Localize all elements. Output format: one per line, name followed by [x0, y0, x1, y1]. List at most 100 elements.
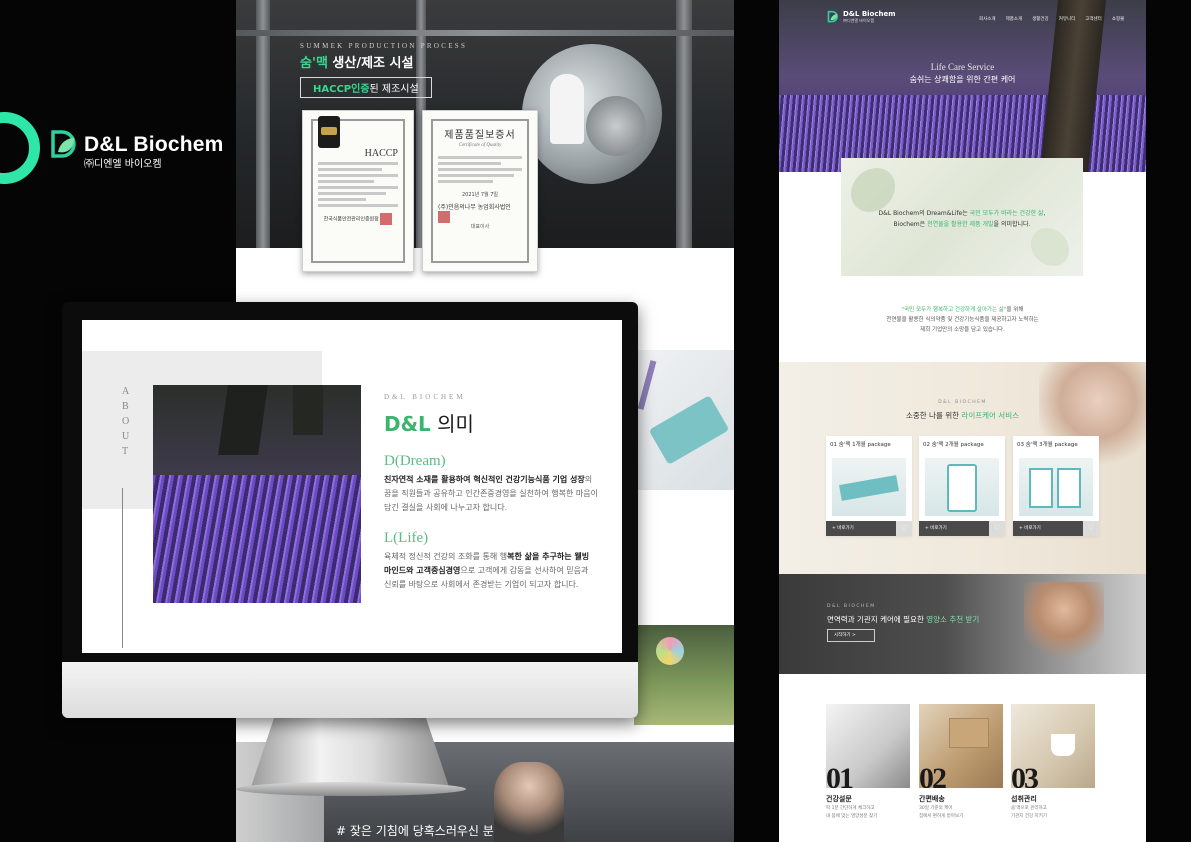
package-card[interactable]: 01 숨'맥 1개월 package + 바로가기 ♡: [826, 436, 912, 536]
tree-trunk: [293, 385, 323, 435]
recommend-title: 면역력과 기관지 케어에 필요한 영양소 추천 받기: [827, 615, 980, 624]
package-product-image: [925, 458, 999, 516]
life-paragraph-pre: 육체적 정신적 건강의 조화를 통해 행: [384, 552, 508, 561]
service-card-delivery[interactable]: 02: [919, 704, 1003, 788]
mint-leaf: [1031, 228, 1069, 266]
park-photo: [634, 625, 734, 725]
site-logo[interactable]: D&L Biochem ㈜디엔엘 바이오켐: [827, 10, 896, 24]
heart-icon[interactable]: ♡: [989, 521, 1005, 536]
brand-meaning-line2: Biochem은 천연물을 활용한 제품 개발을 의미합니다.: [893, 221, 1031, 228]
package-title: 03 숨'맥 3개월 package: [1017, 442, 1078, 448]
about-vertical-label: ABOUT: [122, 386, 138, 457]
nav-item[interactable]: 쇼핑몰: [1112, 16, 1124, 22]
haccp-cert-issuer: 한국식품안전관리인증원장: [318, 213, 398, 225]
mission-line2: 천연물을 활용한 식의약품 및 건강기능식품을 제공하고자 노력하는: [886, 317, 1039, 323]
haccp-badge-rest: 된 제조시설: [369, 84, 419, 95]
brand-meaning-line1: D&L Biochem의 Dream&Life는 국민 모두가 바라는 건강한 …: [878, 210, 1046, 217]
right-page-preview: D&L Biochem ㈜디엔엘 바이오켐 회사소개 제품소개 생활건강 커뮤니…: [779, 0, 1146, 842]
life-paragraph: 육체적 정신적 건강의 조화를 통해 행복한 삶을 추구하는 웰빙 마인드와 고…: [384, 550, 598, 592]
package-go-button[interactable]: + 바로가기: [826, 521, 896, 536]
haccp-badge: HACCP인증된 제조시설: [300, 77, 432, 98]
mission-line1: "국민 모두가 행복하고 건강하게 살아가는 삶"을 위해: [901, 307, 1024, 313]
haccp-badge-strong: HACCP인증: [313, 84, 370, 95]
hero-kicker: SUMMEK PRODUCTION PROCESS: [300, 42, 468, 50]
imac-monitor: ABOUT D&L BIOCHEM D&L 의미 D(Dream) 친자연적 소…: [62, 302, 638, 718]
quality-cert-role: 대표이사: [470, 224, 490, 230]
steel-tank: [586, 96, 646, 156]
product-pouch-photo: [634, 350, 734, 490]
girl-photo: [1024, 582, 1104, 674]
nav-item[interactable]: 고객센터: [1085, 16, 1102, 22]
leaf-logo-icon: [827, 10, 838, 23]
hero-title: 숨'맥 생산/제조 시설: [300, 52, 413, 71]
lavender-flowers: [153, 475, 361, 603]
about-title-brand: D&L: [384, 412, 431, 436]
dream-heading: D(Dream): [384, 453, 446, 469]
lavender-stem: [637, 360, 657, 410]
quality-certificate: 제품품질보증서 Certificate of Quality 2021년 7월 …: [422, 110, 538, 272]
service-title: 간편배송: [919, 795, 945, 803]
quality-cert-title: 제품품질보증서: [444, 130, 516, 141]
about-title: D&L 의미: [384, 408, 474, 437]
monitor-screen: ABOUT D&L BIOCHEM D&L 의미 D(Dream) 친자연적 소…: [82, 320, 622, 653]
service-card-intake[interactable]: 03: [1011, 704, 1095, 788]
brand-name: D&L Biochem: [84, 133, 224, 156]
worker-figure: [550, 74, 584, 144]
package-card[interactable]: 03 숨'맥 3개월 package + 바로가기 ♡: [1013, 436, 1099, 536]
quality-cert-issuer: (주)민음의나무 농업회사법인: [438, 202, 522, 223]
nav-item[interactable]: 제품소개: [1006, 16, 1023, 22]
service-number: 03: [1011, 762, 1039, 788]
mission-text: "국민 모두가 행복하고 건강하게 살아가는 삶"을 위해 천연물을 활용한 식…: [819, 305, 1106, 335]
leaf-logo-icon: [51, 130, 76, 158]
nav-item[interactable]: 커뮤니티: [1059, 16, 1076, 22]
service-card-survey[interactable]: 01: [826, 704, 910, 788]
mission-line3: 제희 기업만의 소망을 담고 있습니다.: [920, 327, 1005, 333]
brand-ring-decoration: [0, 112, 40, 184]
life-heading: L(Life): [384, 530, 429, 546]
service-title: 섭취관리: [1011, 795, 1037, 803]
service-title: 건강설문: [826, 795, 852, 803]
nav-item[interactable]: 생활건강: [1032, 16, 1049, 22]
product-box: [1057, 468, 1081, 508]
heart-icon[interactable]: ♡: [896, 521, 912, 536]
site-logo-sub: ㈜디엔엘 바이오켐: [843, 18, 875, 23]
factory-pipe: [256, 0, 270, 248]
package-card[interactable]: 02 숨'맥 2개월 package + 바로가기 ♡: [919, 436, 1005, 536]
monitor-chin: [62, 662, 638, 718]
care-kicker: D&L BIOCHEM: [938, 400, 987, 405]
service-desc: 숨'맥으로 관리하고 기관지 건강 지키기: [1011, 806, 1047, 819]
hero-kicker: Life Care Service: [930, 62, 995, 72]
recommend-kicker: D&L BIOCHEM: [827, 604, 876, 609]
brand-meaning-text: D&L Biochem의 Dream&Life는 국민 모두가 바라는 건강한 …: [841, 208, 1083, 230]
start-button[interactable]: 시작하기 >: [827, 629, 875, 642]
pinwheel-icon: [656, 637, 684, 665]
factory-worker-photo: [522, 44, 662, 184]
service-desc: 30일 기준의 케어 집에서 편하게 받아보기: [919, 806, 964, 819]
top-nav: 회사소개 제품소개 생활건강 커뮤니티 고객센터 쇼핑몰: [979, 16, 1124, 22]
haccp-certificate: HACCP 한국식품안전관리인증원장: [302, 110, 414, 272]
pouch-shape: [839, 475, 899, 501]
package-go-button[interactable]: + 바로가기: [1013, 521, 1083, 536]
factory-pipe: [676, 0, 692, 248]
brand-logo: D&L Biochem ㈜디엔엘 바이오켐: [50, 128, 224, 170]
tea-cup: [1051, 734, 1075, 756]
about-title-rest: 의미: [430, 412, 474, 436]
package-title: 01 숨'맥 1개월 package: [830, 442, 891, 448]
about-kicker: D&L BIOCHEM: [384, 393, 466, 401]
heart-icon[interactable]: ♡: [1083, 521, 1099, 536]
coughing-woman-figure: [494, 762, 564, 842]
factory-pipe: [236, 30, 734, 36]
parcel-box: [949, 718, 989, 748]
quality-cert-date: 2021년 7월 7일: [461, 192, 499, 198]
dream-paragraph: 친자연적 소재를 활용하여 혁신적인 건강기능식품 기업 성장의 꿈을 직원들과…: [384, 473, 598, 515]
service-number: 01: [826, 762, 854, 788]
haccp-cert-title: HACCP: [364, 148, 398, 159]
package-product-image: [832, 458, 906, 516]
lavender-field-photo: [153, 385, 361, 603]
package-go-button[interactable]: + 바로가기: [919, 521, 989, 536]
mint-leaf: [851, 168, 895, 212]
site-logo-name: D&L Biochem: [843, 10, 896, 18]
product-box: [947, 464, 977, 512]
service-desc: 딱 1분 간단하게 체크하고 내 몸에 맞는 영양성분 찾기: [826, 806, 878, 819]
nav-item[interactable]: 회사소개: [979, 16, 996, 22]
